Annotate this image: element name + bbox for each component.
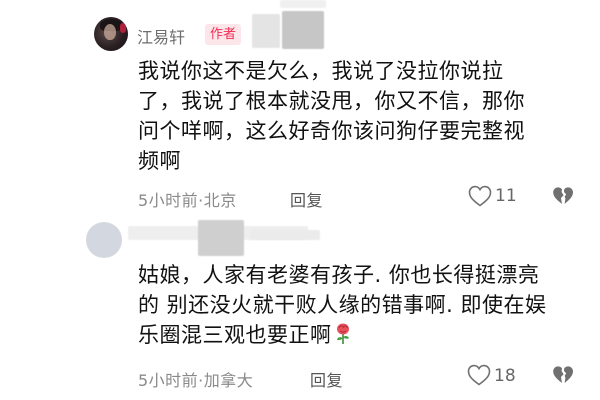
- redacted-area: [198, 220, 244, 256]
- heart-outline-icon[interactable]: [467, 364, 491, 390]
- rose-emoji: [334, 323, 352, 353]
- author-badge: 作者: [205, 24, 242, 45]
- like-count: 11: [495, 186, 517, 206]
- avatar-face: [104, 24, 116, 40]
- reply-button[interactable]: 回复: [310, 367, 343, 391]
- broken-heart-icon[interactable]: [552, 365, 574, 389]
- redacted-area: [250, 230, 320, 240]
- avatar[interactable]: [86, 222, 122, 258]
- comment-item-1: 江易轩 作者 我说你这不是欠么，我说了没拉你说拉 了，我说了根本就没甩，你又不信…: [0, 0, 600, 212]
- comment-meta: 5小时前·加拿大: [138, 371, 254, 390]
- comment-text: 我说你这不是欠么，我说了没拉你说拉 了，我说了根本就没甩，你又不信，那你 问个咩…: [138, 59, 525, 173]
- redacted-area: [252, 14, 280, 48]
- avatar-accent: [120, 23, 126, 33]
- redacted-area: [280, 0, 326, 8]
- comment-text: 姑娘，人家有老婆有孩子. 你也长得挺漂亮 的 别还没火就干败人缘的错事啊. 即使…: [138, 260, 568, 353]
- heart-outline-icon[interactable]: [468, 185, 492, 211]
- like-count: 18: [494, 366, 516, 386]
- comment-item-2: 姑娘，人家有老婆有孩子. 你也长得挺漂亮 的 别还没火就干败人缘的错事啊. 即使…: [0, 212, 600, 400]
- username[interactable]: 江易轩: [137, 24, 185, 48]
- redacted-area: [282, 11, 324, 49]
- reply-button[interactable]: 回复: [290, 187, 323, 211]
- comment-meta: 5小时前·北京: [138, 191, 237, 210]
- avatar[interactable]: [94, 17, 128, 51]
- broken-heart-icon[interactable]: [552, 186, 574, 210]
